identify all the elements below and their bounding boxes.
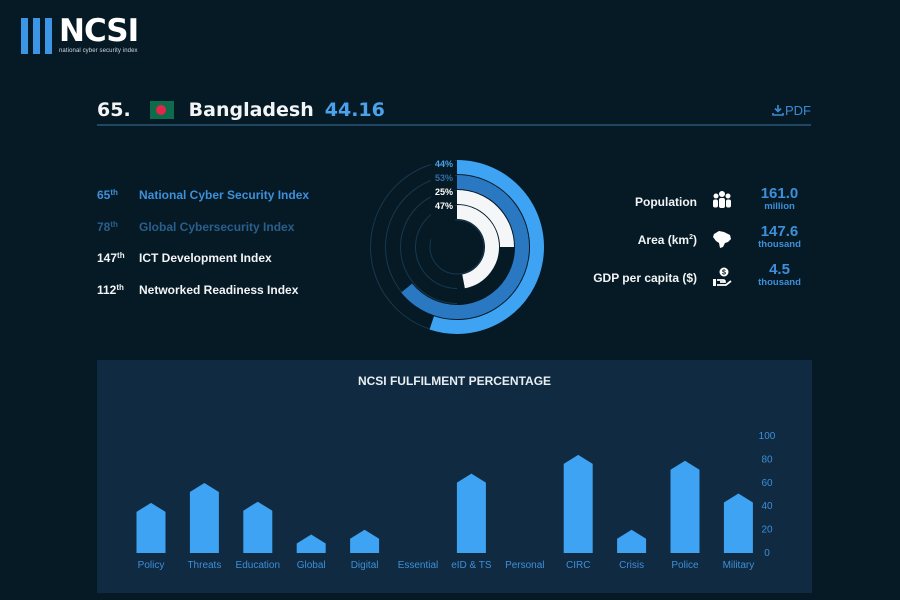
ranking-index-name: Global Cybersecurity Index [139, 219, 295, 234]
people-icon [697, 186, 747, 210]
x-tick-label: Personal [505, 560, 544, 571]
svg-text:$: $ [722, 270, 726, 277]
pdf-label: PDF [785, 102, 811, 118]
x-tick-label: CIRC [566, 560, 590, 571]
country-header: 65. Bangladesh 44.16 PDF [97, 96, 811, 126]
index-rankings: 65th National Cyber Security Index 78th Glo… [97, 188, 309, 314]
ranking-row[interactable]: 65th National Cyber Security Index [97, 188, 309, 220]
ranking-position: 147th [97, 251, 125, 265]
stat-value: 147.6 thousand [758, 223, 801, 250]
country-score: 44.16 [324, 99, 385, 121]
ncsi-logo[interactable]: NCSI national cyber security index [21, 13, 139, 54]
x-tick-label: Global [297, 560, 326, 571]
bar-digital[interactable] [350, 529, 380, 553]
x-tick-label: Threats [187, 560, 221, 571]
x-tick-label: Policy [138, 560, 165, 571]
radial-ring-label: 47% [435, 201, 453, 211]
ranking-row[interactable]: 147th ICT Development Index [97, 251, 309, 283]
ranking-position: 112th [97, 282, 124, 297]
ranking-position: 78th [97, 219, 118, 234]
ranking-row[interactable]: 78th Global Cybersecurity Index [97, 220, 309, 252]
country-name: Bangladesh [188, 99, 314, 121]
ranking-index-name: National Cyber Security Index [139, 188, 310, 202]
y-tick-label: 0 [764, 548, 770, 559]
x-tick-label: Digital [351, 560, 379, 571]
x-tick-label: Crisis [619, 560, 644, 571]
country-stats: Population 161.0 million Area (km2) 147.6 tho… [590, 186, 812, 300]
ranking-row[interactable]: 112th Networked Readiness Index [97, 283, 309, 315]
y-tick-label: 60 [761, 478, 773, 489]
x-tick-label: Military [723, 560, 755, 571]
radial-ring-label: 44% [435, 159, 453, 169]
stat-label: Population [635, 195, 697, 209]
ranking-index-name: Networked Readiness Index [139, 282, 299, 297]
bar-global[interactable] [296, 534, 326, 553]
stat-row: Population 161.0 million [590, 186, 812, 224]
x-tick-label: Essential [398, 560, 439, 571]
stat-value: 4.5 thousand [758, 261, 801, 288]
bar-crisis[interactable] [617, 529, 647, 553]
bar-education[interactable] [243, 501, 273, 553]
stat-row: GDP per capita ($) $4.5 thousand [590, 262, 812, 300]
radial-ring-arc [456, 205, 499, 289]
stat-value: 161.0 million [760, 185, 799, 212]
y-tick-label: 40 [761, 501, 773, 512]
country-rank: 65. [97, 99, 131, 121]
bar-policy[interactable] [136, 502, 166, 553]
stat-row: Area (km2) 147.6 thousand [590, 224, 812, 262]
y-tick-label: 80 [761, 454, 773, 465]
bar-police[interactable] [670, 460, 700, 553]
bangladesh-flag-icon [149, 101, 174, 119]
radial-chart-svg: 44% 53% 25% 47% [369, 155, 544, 334]
x-tick-label: Police [671, 560, 699, 571]
map-icon [697, 224, 747, 250]
stat-label: GDP per capita ($) [593, 271, 697, 285]
x-tick-label: eID & TS [451, 560, 492, 571]
radial-chart: 44% 53% 25% 47% [360, 150, 550, 340]
logo-bars-icon [21, 18, 52, 54]
stat-label: Area (km2) [637, 233, 697, 247]
bar-circ[interactable] [563, 454, 593, 553]
logo-subtitle: national cyber security index [59, 48, 138, 54]
download-icon [772, 105, 784, 116]
y-tick-label: 100 [759, 431, 776, 442]
logo-word: NCSI [59, 13, 139, 49]
money-hand-icon: $ [697, 262, 747, 288]
fulfilment-bar-chart: Policy Threats Education Global Digital Essen… [136, 431, 776, 571]
x-tick-label: Education [236, 560, 280, 571]
ranking-position: 65th [97, 188, 118, 202]
bar-threats[interactable] [189, 482, 219, 553]
bar-eid-ts[interactable] [456, 473, 486, 553]
fulfilment-chart-panel: Policy Threats Education Global Digital Essen… [97, 360, 812, 593]
radial-ring-label: 53% [435, 173, 453, 183]
radial-ring-label: 25% [435, 187, 453, 197]
y-tick-label: 20 [761, 525, 773, 536]
chart-title: NCSI FULFILMENT PERCENTAGE [357, 374, 552, 388]
ranking-index-name: ICT Development Index [139, 251, 272, 265]
bar-military[interactable] [723, 493, 753, 554]
pdf-download-link[interactable]: PDF [772, 103, 811, 118]
